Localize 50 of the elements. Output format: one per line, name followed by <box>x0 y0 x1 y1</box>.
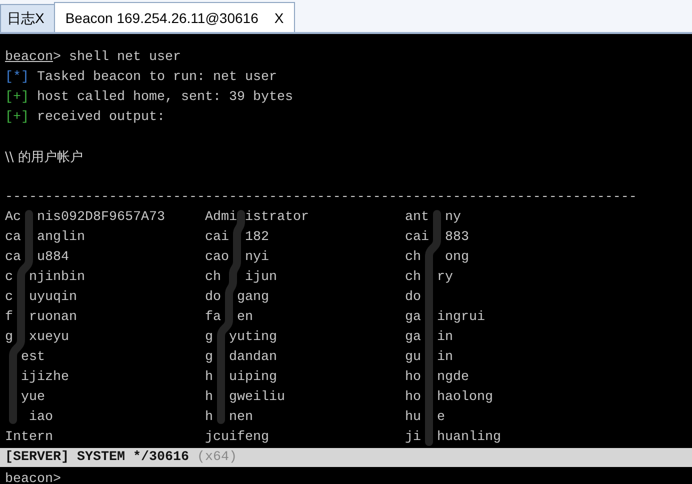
user-name: do <box>405 289 422 307</box>
user-name: iao <box>28 409 54 427</box>
status-tag: [+] <box>5 110 29 125</box>
user-name: fa en <box>205 309 254 327</box>
architecture-label: (x64) <box>196 449 237 467</box>
user-name: ga ingrui <box>405 309 486 327</box>
log-text: Tasked beacon to run: net user <box>37 70 277 85</box>
user-name: ch ong <box>405 249 470 267</box>
user-name: c njinbin <box>5 269 86 287</box>
dashed-rule: ------------------------------------------------------------------------------- <box>5 189 638 207</box>
user-name: ca anglin <box>5 229 86 247</box>
close-tab-button[interactable]: X <box>274 10 284 26</box>
user-name: cao nyi <box>205 249 270 267</box>
user-name: ch ijun <box>205 269 278 287</box>
status-tag: [*] <box>5 70 29 85</box>
user-name: do gang <box>205 289 270 307</box>
user-name: Ac nis092D8F9657A73 <box>5 209 166 227</box>
user-name: cai 883 <box>405 229 470 247</box>
user-name: ji huanling <box>405 429 502 447</box>
log-text: host called home, sent: 39 bytes <box>37 90 293 105</box>
user-name: c uyuqin <box>5 289 78 307</box>
session-info: [SERVER] SYSTEM */30616 <box>5 449 189 467</box>
user-name: ho ngde <box>405 369 470 387</box>
user-name: ho haolong <box>405 389 494 407</box>
log-text: received output: <box>37 110 165 125</box>
user-name: h nen <box>205 409 254 427</box>
user-name: Admi istrator <box>205 209 310 227</box>
user-name: h gweiliu <box>205 389 286 407</box>
output-heading: \\ 的用户帐户 <box>5 149 84 167</box>
user-name: ga in <box>405 329 454 347</box>
user-name: ca u884 <box>5 249 70 267</box>
command-line: beacon> shell net user <box>5 49 182 67</box>
user-name: jcuifeng <box>205 429 270 447</box>
user-name: g dandan <box>205 349 278 367</box>
status-tag: [+] <box>5 90 29 105</box>
user-name: cai 182 <box>205 229 270 247</box>
user-name: g yuting <box>205 329 278 347</box>
tab[interactable]: 日志X <box>0 4 56 32</box>
user-name: hu e <box>405 409 446 427</box>
user-name: ch ry <box>405 269 454 287</box>
user-name: est <box>20 349 46 367</box>
user-name: gu in <box>405 349 454 367</box>
user-name: g xueyu <box>5 329 70 347</box>
user-name: f ruonan <box>5 309 78 327</box>
user-name: Intern <box>5 429 54 447</box>
user-name: ijizhe <box>20 369 70 387</box>
tab[interactable]: Beacon 169.254.26.11@30616 X <box>54 2 295 32</box>
user-name: yue <box>20 389 46 407</box>
user-name: h uiping <box>205 369 278 387</box>
user-name: ant ny <box>405 209 462 227</box>
